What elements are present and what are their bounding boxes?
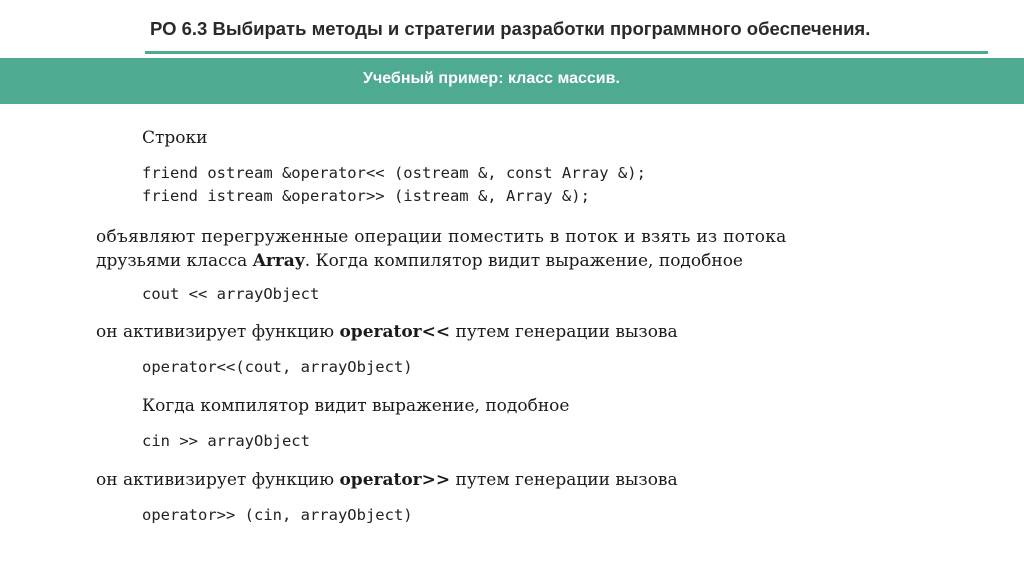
paragraph-1-text-b: . Когда компилятор видит выражение, подо… [304,251,743,271]
paragraph-1-line-1: объявляют перегруженные операции помести… [96,227,787,247]
paragraph-3: Когда компилятор видит выражение, подобн… [142,396,570,416]
paragraph-4-text-a: он активизирует функцию [96,470,340,490]
paragraph-4-text-b: путем генерации вызова [450,470,678,490]
paragraph-2-text-a: он активизирует функцию [96,322,340,342]
slide-content: Строки friend ostream &operator<< (ostre… [0,0,1024,574]
paragraph-1-text-a: друзьями класса [96,251,253,271]
code-line-operator-insert: operator<<(cout, arrayObject) [142,358,413,376]
operator-extract-name: operator>> [339,470,451,490]
code-line-cout: cout << arrayObject [142,285,320,303]
paragraph-2: он активизирует функцию operator<< путем… [96,322,678,342]
code-line-operator-extract: operator>> (cin, arrayObject) [142,506,413,524]
intro-text: Строки [142,128,208,148]
code-line-ostream: friend ostream &operator<< (ostream &, c… [142,164,646,182]
operator-insert-name: operator<< [339,322,451,342]
paragraph-1-line-2: друзьями класса Array. Когда компилятор … [96,251,743,271]
code-line-cin: cin >> arrayObject [142,432,310,450]
paragraph-4: он активизирует функцию operator>> путем… [96,470,678,490]
array-class-name: Array [252,251,305,271]
paragraph-2-text-b: путем генерации вызова [450,322,678,342]
code-line-istream: friend istream &operator>> (istream &, A… [142,187,590,205]
